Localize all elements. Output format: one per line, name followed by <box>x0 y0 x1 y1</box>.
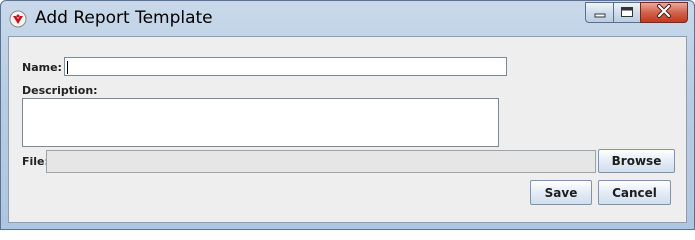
name-input[interactable] <box>64 57 507 76</box>
app-shield-icon <box>9 10 27 28</box>
caption-buttons <box>585 2 688 27</box>
file-label: File: <box>22 155 49 168</box>
dialog-content: Name: Description: File: Browse Save Can… <box>8 36 687 223</box>
description-label: Description: <box>22 84 98 97</box>
maximize-icon <box>620 3 634 22</box>
window-title: Add Report Template <box>35 8 213 28</box>
text-caret <box>67 61 68 74</box>
dialog-window: Add Report Template Name: Description: F… <box>0 0 695 230</box>
maximize-button[interactable] <box>613 2 640 23</box>
minimize-button[interactable] <box>585 2 613 23</box>
description-textarea[interactable] <box>22 98 499 147</box>
close-icon <box>656 3 672 22</box>
close-button[interactable] <box>640 2 688 23</box>
minimize-icon <box>594 3 606 22</box>
browse-button[interactable]: Browse <box>598 149 675 173</box>
cancel-button[interactable]: Cancel <box>598 180 671 205</box>
name-label: Name: <box>22 61 62 74</box>
file-path-field[interactable] <box>46 150 596 173</box>
save-button[interactable]: Save <box>530 180 592 205</box>
title-bar[interactable]: Add Report Template <box>1 1 694 36</box>
